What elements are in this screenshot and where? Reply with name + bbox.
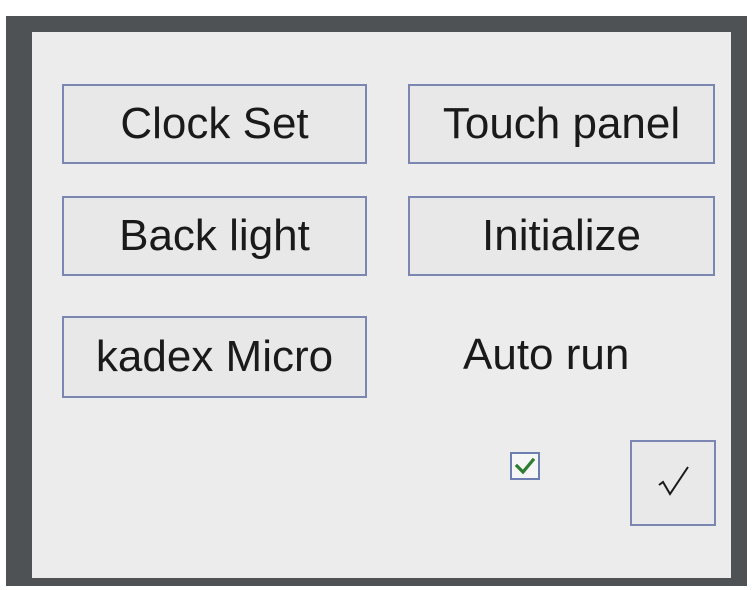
touch-panel-button[interactable]: Touch panel — [408, 84, 715, 164]
auto-run-label: Auto run — [463, 330, 630, 379]
back-light-button[interactable]: Back light — [62, 196, 367, 276]
checkmark-icon — [515, 457, 535, 475]
kadex-micro-button[interactable]: kadex Micro — [62, 316, 367, 398]
confirm-button[interactable] — [630, 440, 716, 526]
initialize-button[interactable]: Initialize — [408, 196, 715, 276]
checkmark-icon — [658, 466, 689, 496]
clock-set-button[interactable]: Clock Set — [62, 84, 367, 164]
auto-run-checkbox[interactable] — [510, 452, 540, 480]
